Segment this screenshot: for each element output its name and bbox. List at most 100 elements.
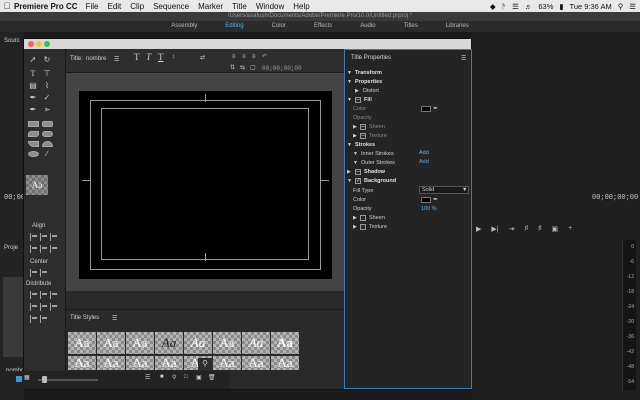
- fill-section[interactable]: Fill: [364, 97, 372, 103]
- volume-icon[interactable]: ♬: [525, 2, 533, 11]
- workspace-libraries[interactable]: Libraries: [432, 21, 483, 32]
- search-icon[interactable]: ⚲: [618, 2, 624, 11]
- collapse-icon[interactable]: ▼: [347, 79, 352, 85]
- skip-forward-icon[interactable]: ⇥: [509, 225, 515, 235]
- minimize-button[interactable]: [36, 41, 42, 47]
- close-button[interactable]: [28, 41, 34, 47]
- style-swatch[interactable]: Aa: [213, 332, 241, 354]
- style-swatch[interactable]: Aa: [242, 332, 270, 354]
- zoom-button[interactable]: [44, 41, 50, 47]
- align-text-left-icon[interactable]: ≡: [232, 54, 236, 60]
- style-swatch[interactable]: Aa: [271, 332, 299, 354]
- new-item-icon[interactable]: ▣: [196, 374, 202, 381]
- menu-file[interactable]: File: [86, 2, 99, 11]
- source-label[interactable]: Sourc: [4, 38, 20, 44]
- align-center-h-icon[interactable]: [40, 233, 48, 241]
- selection-tool-icon[interactable]: ➚: [27, 55, 39, 65]
- title-canvas[interactable]: [79, 91, 332, 279]
- style-swatch[interactable]: Aa: [68, 332, 96, 354]
- style-swatch[interactable]: Aa: [271, 356, 299, 370]
- properties-menu-icon[interactable]: ☰: [461, 55, 466, 62]
- line-tool-icon[interactable]: ∕: [41, 149, 53, 159]
- project-thumbnail[interactable]: [3, 277, 23, 357]
- collapse-icon[interactable]: ▼: [347, 178, 352, 184]
- zoom-slider-handle[interactable]: [42, 376, 47, 383]
- shadow-checkbox[interactable]: –: [355, 169, 361, 175]
- workspace-color[interactable]: Color: [258, 21, 300, 32]
- expand-icon[interactable]: ▶: [355, 88, 359, 94]
- collapse-icon[interactable]: ▼: [353, 151, 358, 157]
- eyedropper-icon[interactable]: ✒: [433, 196, 438, 203]
- tab-stops-icon[interactable]: ↶: [262, 53, 267, 60]
- distribute-bottom-icon[interactable]: [50, 303, 58, 311]
- clear-icon[interactable]: 🗑: [208, 374, 216, 381]
- ellipse-tool-icon[interactable]: [28, 151, 39, 157]
- style-swatch[interactable]: Aa: [97, 356, 125, 370]
- style-swatch[interactable]: Aa: [126, 356, 154, 370]
- collapse-icon[interactable]: ▼: [347, 142, 352, 148]
- pen-tool-icon[interactable]: ✒: [27, 93, 39, 103]
- lift-icon[interactable]: ♯: [524, 225, 528, 235]
- arc-tool-icon[interactable]: [42, 141, 53, 147]
- workspace-titles[interactable]: Titles: [390, 21, 432, 32]
- align-right-icon[interactable]: [50, 233, 58, 241]
- window-titlebar[interactable]: [24, 39, 471, 49]
- show-video-icon[interactable]: ▢: [250, 64, 256, 71]
- distribute-h-space-icon[interactable]: [30, 315, 38, 323]
- menu-window[interactable]: Window: [256, 2, 284, 11]
- expand-icon[interactable]: ▶: [353, 224, 357, 230]
- outer-strokes-row[interactable]: Outer Strokes: [361, 160, 395, 166]
- battery-icon[interactable]: ▮: [559, 2, 563, 11]
- add-outer-stroke-link[interactable]: Add: [419, 159, 429, 165]
- list-view-icon[interactable]: [16, 376, 22, 382]
- texture-checkbox[interactable]: –: [360, 133, 366, 139]
- align-text-right-icon[interactable]: ≡: [252, 54, 256, 60]
- export-frame-icon[interactable]: ▣: [551, 225, 558, 235]
- expand-icon[interactable]: ▶: [353, 215, 357, 221]
- workspace-audio[interactable]: Audio: [346, 21, 389, 32]
- strokes-section[interactable]: Strokes: [355, 142, 375, 148]
- style-swatch[interactable]: Aa: [126, 332, 154, 354]
- dropbox-icon[interactable]: ◆: [490, 2, 496, 11]
- bg-sheen-row[interactable]: Sheen: [369, 215, 385, 221]
- vertical-type-tool-icon[interactable]: ⊤: [41, 69, 53, 79]
- clipped-rectangle-tool-icon[interactable]: [28, 131, 39, 137]
- rectangle-tool-icon[interactable]: [28, 121, 39, 127]
- distribute-left-icon[interactable]: [30, 291, 38, 299]
- fill-color-swatch[interactable]: [421, 106, 431, 112]
- transform-section[interactable]: Transform: [355, 70, 382, 76]
- background-color-swatch[interactable]: [421, 197, 431, 203]
- menu-sequence[interactable]: Sequence: [153, 2, 189, 11]
- background-section[interactable]: Background: [364, 178, 396, 184]
- background-checkbox[interactable]: ✓: [355, 178, 361, 184]
- font-size-icon[interactable]: ↕: [172, 54, 175, 60]
- rounded-corner-tool-icon[interactable]: [42, 131, 53, 137]
- title-menu-icon[interactable]: ☰: [114, 56, 119, 63]
- expand-icon[interactable]: ▶: [353, 133, 357, 139]
- project-label[interactable]: Proje: [4, 245, 18, 251]
- fill-type-dropdown[interactable]: Solid ▼: [419, 186, 469, 194]
- automate-icon[interactable]: ■: [160, 374, 164, 380]
- apple-icon[interactable]: : [0, 1, 14, 11]
- notification-icon[interactable]: ☰: [629, 2, 636, 11]
- icon-view-icon[interactable]: ▦: [24, 374, 30, 381]
- sheen-checkbox[interactable]: –: [360, 124, 366, 130]
- title-timecode[interactable]: 00;00;00;00: [262, 65, 302, 72]
- distribute-middle-icon[interactable]: [40, 303, 48, 311]
- sort-icon[interactable]: ☰: [145, 374, 150, 381]
- add-anchor-tool-icon[interactable]: ✒: [27, 105, 39, 115]
- find-icon[interactable]: ⚲: [172, 374, 176, 381]
- bg-texture-row[interactable]: Texture: [369, 224, 387, 230]
- collapse-icon[interactable]: ▼: [353, 160, 358, 166]
- area-type-tool-icon[interactable]: ▤: [27, 81, 39, 91]
- menu-clip[interactable]: Clip: [130, 2, 144, 11]
- wedge-tool-icon[interactable]: [28, 141, 39, 147]
- distort-row[interactable]: Distort: [363, 88, 379, 94]
- kerning-icon[interactable]: ⇄: [200, 54, 205, 61]
- align-bottom-icon[interactable]: [50, 245, 58, 253]
- center-vertical-icon[interactable]: [40, 269, 48, 277]
- collapse-icon[interactable]: ▼: [347, 97, 352, 103]
- menu-help[interactable]: Help: [293, 2, 309, 11]
- shadow-section[interactable]: Shadow: [364, 169, 385, 175]
- style-swatch[interactable]: Aa: [213, 356, 241, 370]
